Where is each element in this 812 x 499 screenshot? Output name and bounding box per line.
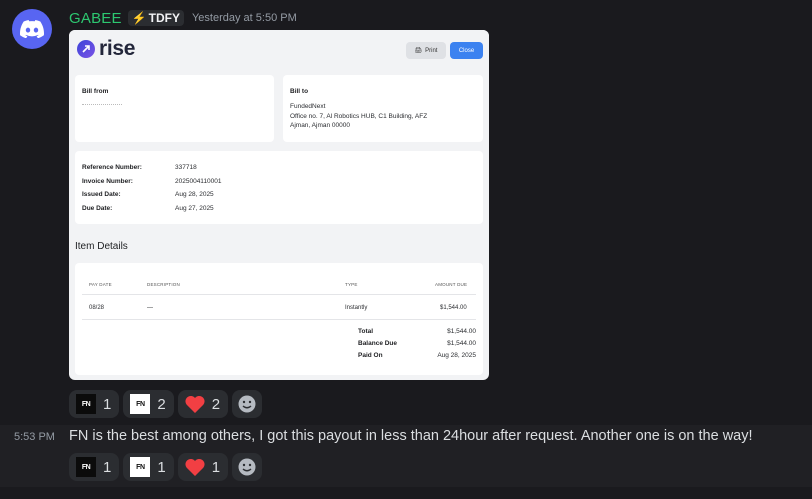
description-cell: —	[147, 305, 153, 311]
column-header: AMOUNT DUE	[435, 282, 468, 287]
reaction-count: 1	[103, 395, 112, 413]
issued-date-label: Issued Date:	[82, 191, 121, 198]
paid-on-value: Aug 28, 2025	[437, 352, 476, 359]
column-header: TYPE	[345, 282, 358, 287]
guild-tag[interactable]: ⚡ TDFY	[127, 10, 184, 26]
fn-black-emoji-icon: FN	[76, 457, 96, 477]
due-date-row: Due Date: Aug 27, 2025	[82, 205, 214, 212]
heart-icon	[185, 458, 205, 476]
message-2-timestamp: 5:53 PM	[14, 431, 55, 443]
message-group: GABEE ⚡ TDFY Yesterday at 5:50 PM rise 🖨…	[0, 0, 812, 425]
invoice-number-label: Invoice Number:	[82, 178, 133, 185]
message-timestamp: Yesterday at 5:50 PM	[191, 12, 297, 24]
bill-to-title: Bill to	[290, 88, 309, 95]
issued-date-value: Aug 28, 2025	[175, 191, 214, 198]
redacted-text	[82, 102, 122, 105]
reaction-heart[interactable]: 2	[177, 390, 229, 418]
invoice-number-row: Invoice Number: 2025004110001	[82, 178, 222, 185]
reactions-bar: FN 1 FN 1 1	[69, 453, 263, 481]
item-details-title: Item Details	[75, 241, 128, 252]
bill-to-line: FundedNext	[290, 103, 326, 110]
lightning-icon: ⚡	[131, 11, 147, 25]
reaction-count: 2	[157, 395, 166, 413]
reaction-fn-black[interactable]: FN 1	[69, 390, 120, 418]
rise-logo: rise	[77, 37, 136, 60]
invoice-number-value: 2025004110001	[175, 178, 222, 185]
guild-tag-label: TDFY	[148, 11, 180, 25]
reactions-bar: FN 1 FN 2 2	[69, 390, 263, 418]
reaction-count: 2	[211, 395, 221, 413]
balance-due-label: Balance Due	[358, 340, 398, 347]
pay-date-cell: 08/28	[89, 305, 105, 311]
bill-to-card: Bill to FundedNext Office no. 7, Al Robo…	[283, 75, 483, 142]
close-button: Close	[450, 42, 483, 59]
print-button: 🖨 Print	[406, 42, 446, 59]
reaction-count: 1	[103, 458, 112, 476]
due-date-value: Aug 27, 2025	[175, 205, 214, 212]
fn-white-emoji-icon: FN	[130, 394, 151, 414]
reference-value: 337718	[175, 164, 197, 171]
total-label: Total	[358, 328, 374, 335]
reaction-fn-black[interactable]: FN 1	[69, 453, 120, 481]
table-divider	[82, 294, 476, 295]
column-header: DESCRIPTION	[147, 282, 180, 287]
rise-brand-text: rise	[99, 37, 136, 60]
table-divider	[82, 319, 476, 320]
printer-icon: 🖨	[414, 48, 423, 54]
message-2: 5:53 PM FN is the best among others, I g…	[0, 425, 812, 487]
reaction-heart[interactable]: 1	[177, 453, 229, 481]
type-cell: Instantly	[345, 305, 368, 311]
rise-arrow-icon	[77, 40, 95, 58]
add-reaction-button[interactable]	[232, 390, 263, 418]
item-details-table: PAY DATE DESCRIPTION TYPE AMOUNT DUE 08/…	[75, 263, 483, 375]
bill-from-title: Bill from	[82, 88, 109, 95]
bill-to-line: Office no. 7, Al Robotics HUB, C1 Buildi…	[290, 112, 428, 120]
discord-logo-icon	[20, 20, 44, 38]
reaction-fn-white[interactable]: FN 2	[123, 390, 174, 418]
username[interactable]: GABEE	[69, 10, 122, 27]
heart-icon	[185, 395, 205, 413]
fn-black-emoji-icon: FN	[76, 394, 96, 414]
print-label: Print	[425, 47, 438, 54]
balance-due-value: $1,544.00	[447, 340, 476, 347]
smiley-icon	[238, 395, 256, 413]
reaction-fn-white[interactable]: FN 1	[123, 453, 174, 481]
reference-label: Reference Number:	[82, 164, 142, 171]
message-header: GABEE ⚡ TDFY Yesterday at 5:50 PM	[69, 7, 297, 29]
amount-cell: $1,544.00	[440, 305, 467, 311]
invoice-toolbar: rise 🖨 Print Close	[69, 30, 489, 70]
column-header: PAY DATE	[89, 282, 112, 287]
bill-to-address: FundedNext Office no. 7, Al Robotics HUB…	[290, 102, 427, 131]
add-reaction-button[interactable]	[232, 453, 263, 481]
close-label: Close	[458, 47, 475, 54]
invoice-details-card: Reference Number: 337718 Invoice Number: 2…	[75, 151, 483, 224]
message-2-text: FN is the best among others, I got this …	[69, 428, 753, 444]
bill-from-card: Bill from	[75, 75, 274, 142]
invoice-image-attachment[interactable]: rise 🖨 Print Close Bill from Bill to Fun…	[69, 30, 489, 380]
user-avatar[interactable]	[12, 9, 52, 49]
issued-date-row: Issued Date: Aug 28, 2025	[82, 191, 214, 198]
reaction-count: 1	[157, 458, 166, 476]
paid-on-label: Paid On	[358, 352, 383, 359]
due-date-label: Due Date:	[82, 205, 113, 212]
bill-to-line: Ajman, Ajman 00000	[290, 122, 350, 129]
fn-white-emoji-icon: FN	[130, 457, 151, 477]
reference-row: Reference Number: 337718	[82, 164, 197, 171]
total-value: $1,544.00	[447, 328, 476, 335]
reaction-count: 1	[211, 458, 221, 476]
smiley-icon	[238, 458, 256, 476]
